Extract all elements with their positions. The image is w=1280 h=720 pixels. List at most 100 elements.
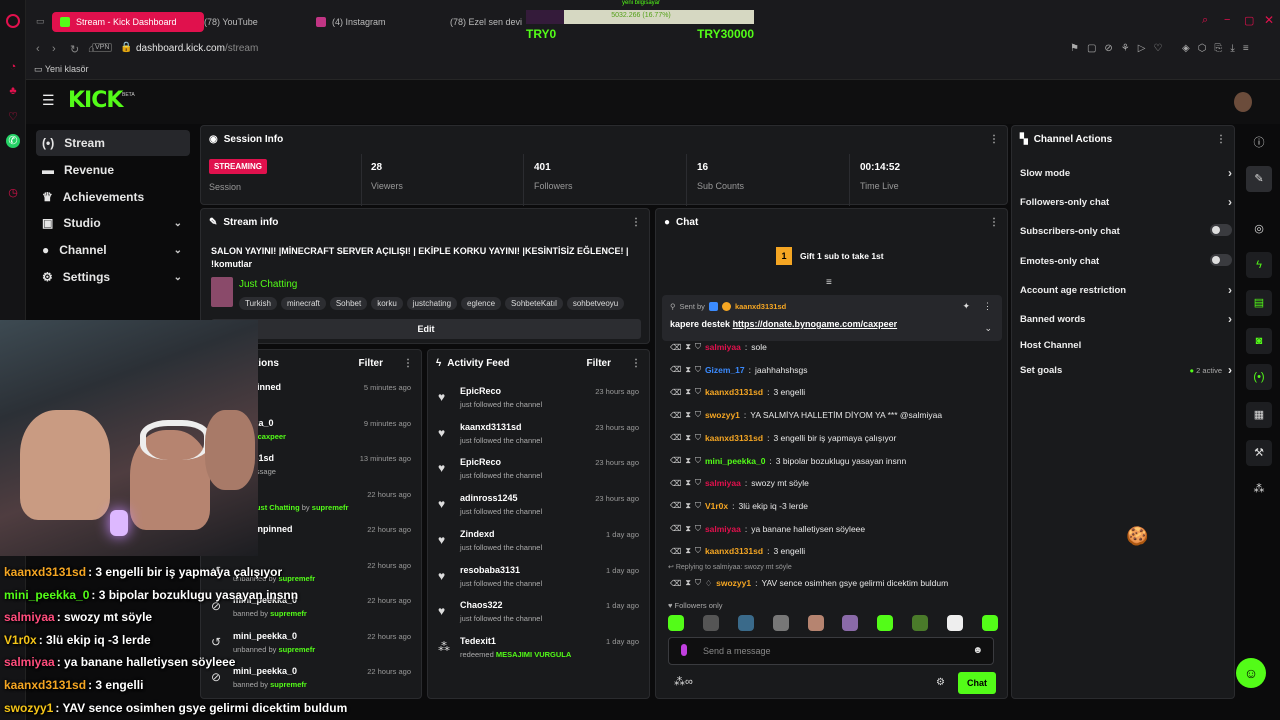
emote-icon[interactable] (702, 615, 719, 631)
chat-username[interactable]: V1r0x (705, 501, 728, 511)
set-goals-row[interactable]: Set goals ● 2 active › (1020, 361, 1232, 379)
activity-username[interactable]: EpicReco (460, 386, 501, 396)
chat-message[interactable]: ⌫ ⧗ ⛉ V1r0x:3lü ekip iq -3 lerde (670, 498, 808, 514)
broadcast-icon[interactable]: (•) (1246, 364, 1272, 390)
more-menu-icon[interactable]: ⋮ (989, 217, 999, 228)
more-menu-icon[interactable]: ⋮ (1216, 134, 1226, 145)
chat-username[interactable]: salmiyaa (705, 342, 741, 352)
trash-icon[interactable]: ⌫ (670, 579, 681, 588)
subscribers-only-toggle[interactable] (1210, 223, 1232, 239)
category-link[interactable]: Just Chatting (239, 279, 297, 290)
banned-words-row[interactable]: Banned words › (1020, 310, 1232, 328)
toolbar-icons[interactable]: ⚑▢⊘⚘▷♡ (1070, 43, 1170, 54)
tag[interactable]: Turkish (239, 297, 277, 310)
clock-icon[interactable]: ◷ (6, 186, 20, 200)
bookmark-folder[interactable]: ▭ Yeni klasör (34, 64, 89, 75)
edit-button[interactable]: Edit (211, 319, 641, 339)
timeout-icon[interactable]: ⧗ (685, 546, 691, 556)
chat-username[interactable]: kaanxd3131sd (705, 387, 763, 397)
emote-icon[interactable] (737, 615, 754, 631)
chat-username[interactable]: Gizem_17 (705, 365, 745, 375)
chat-reply-message[interactable]: ⌫ ⧗ ⛉ ♢ swozyy1: YAV sence osimhen gsye gel… (670, 575, 948, 591)
whatsapp-icon[interactable]: ✆ (6, 134, 20, 148)
reload-icon[interactable]: ↻ (70, 43, 79, 56)
lightning-icon[interactable]: ϟ (1246, 252, 1272, 278)
tag[interactable]: justchating (406, 297, 458, 310)
toggle-switch[interactable] (1210, 253, 1232, 266)
chat-bubble-icon[interactable]: ◙ (1246, 328, 1272, 354)
chat-message[interactable]: ⌫ ⧗ ⛉ mini_peekka_0:3 bipolar bozuklugu yas… (670, 453, 906, 469)
emotes-only-toggle[interactable] (1210, 253, 1232, 269)
close-icon[interactable]: ✕ (1264, 13, 1274, 27)
moderator-username[interactable]: supremefr (312, 503, 349, 512)
extension-icons[interactable]: ◈⬡⎘⤓≡ (1182, 43, 1257, 54)
info-icon[interactable]: ⓘ (1246, 130, 1272, 156)
trash-icon[interactable]: ⌫ (670, 524, 681, 533)
opera-logo-icon[interactable] (6, 14, 20, 28)
trash-icon[interactable]: ⌫ (670, 433, 681, 442)
timeout-icon[interactable]: ⧗ (685, 524, 691, 534)
camera-icon[interactable]: ◎ (1246, 216, 1272, 242)
chat-message[interactable]: ⌫ ⧗ ⛉ kaanxd3131sd:3 engelli bir iş yapmaya… (670, 430, 896, 446)
unpin-icon[interactable]: ✦ (962, 301, 970, 312)
history-icon[interactable]: ◔ (6, 60, 20, 74)
host-channel-row[interactable]: Host Channel (1020, 336, 1232, 354)
emote-icon[interactable] (947, 615, 963, 631)
kick-logo[interactable]: KICK (68, 88, 123, 113)
tag[interactable]: SohbeteKatıl (505, 297, 563, 310)
tag[interactable]: minecraft (280, 297, 326, 310)
gift-sub-banner[interactable]: 1 Gift 1 sub to take 1st (776, 247, 884, 265)
chat-username[interactable]: swozyy1 (716, 578, 751, 588)
timeout-icon[interactable]: ⧗ (685, 433, 691, 443)
tab-menu-icon[interactable]: ▭ (36, 16, 45, 27)
tab-instagram[interactable]: (4) Instagram (308, 12, 430, 32)
emote-icon[interactable] (772, 615, 789, 631)
vpn-badge[interactable]: VPN (92, 43, 113, 52)
pinned-link[interactable]: https://donate.bynogame.com/caxpeer (733, 319, 898, 329)
tag[interactable]: korku (371, 297, 403, 310)
emote-icon[interactable] (807, 615, 824, 631)
more-menu-icon[interactable]: ⋮ (403, 358, 413, 369)
tag[interactable]: Sohbet (329, 297, 368, 310)
chat-message[interactable]: ⌫ ⧗ ⛉ salmiyaa: swozy mt söyle (670, 475, 809, 491)
moderator-username[interactable]: caxpeer (258, 432, 286, 441)
chat-message[interactable]: ⌫ ⧗ ⛉ swozyy1: YA SALMİYA HALLETİM DİYOM YA … (670, 407, 942, 423)
nav-studio[interactable]: ▣ Studio ⌄ (36, 210, 190, 236)
trash-icon[interactable]: ⌫ (670, 365, 681, 374)
more-menu-icon[interactable]: ⋮ (983, 301, 992, 312)
maximize-icon[interactable]: ▢ (1244, 14, 1254, 27)
timeout-icon[interactable]: ⧗ (685, 342, 691, 352)
clipboard-icon[interactable]: ▤ (1246, 290, 1272, 316)
filter-button[interactable]: Filter (359, 358, 383, 369)
emoji-icon[interactable]: ☻ (972, 645, 983, 656)
chat-input[interactable]: Send a message ☻ (668, 637, 994, 665)
edit-icon[interactable]: ✎ (1246, 166, 1272, 192)
timeout-icon[interactable]: ⧗ (685, 365, 691, 375)
extension-icon[interactable]: ♣ (6, 84, 20, 98)
tab-youtube[interactable]: (78) YouTube (180, 12, 302, 32)
timeout-icon[interactable]: ⧗ (685, 501, 691, 511)
trash-icon[interactable]: ⌫ (670, 411, 681, 420)
activity-username[interactable]: Chaos322 (460, 600, 503, 610)
trash-icon[interactable]: ⌫ (670, 479, 681, 488)
search-icon[interactable]: ⌕ (1202, 14, 1208, 27)
chat-settings-icon[interactable]: ⚙ (936, 677, 945, 688)
emote-icon[interactable] (668, 615, 684, 631)
chat-message[interactable]: ⌫ ⧗ ⛉ salmiyaa: ya banane halletiysen söylee… (670, 521, 865, 537)
chat-username[interactable]: mini_peekka_0 (705, 456, 765, 466)
avatar[interactable] (1234, 92, 1252, 112)
support-chat-icon[interactable]: ☺ (1236, 658, 1266, 688)
timeout-icon[interactable]: ⧗ (685, 456, 691, 466)
nav-achievements[interactable]: ♛ Achievements (36, 184, 190, 210)
chat-message[interactable]: ⌫ ⧗ ⛉ kaanxd3131sd:3 engelli (670, 543, 805, 559)
chat-username[interactable]: salmiyaa (705, 478, 741, 488)
activity-username[interactable]: resobaba3131 (460, 565, 520, 575)
slow-mode-row[interactable]: Slow mode › (1020, 164, 1232, 182)
trash-icon[interactable]: ⌫ (670, 501, 681, 510)
toggle-switch[interactable] (1210, 223, 1232, 236)
pinned-username[interactable]: kaanxd3131sd (735, 302, 786, 311)
timeout-icon[interactable]: ⧗ (685, 387, 691, 397)
url-field[interactable]: dashboard.kick.com/stream (136, 43, 258, 54)
activity-username[interactable]: Tedexit1 (460, 636, 496, 646)
more-menu-icon[interactable]: ⋮ (631, 358, 641, 369)
